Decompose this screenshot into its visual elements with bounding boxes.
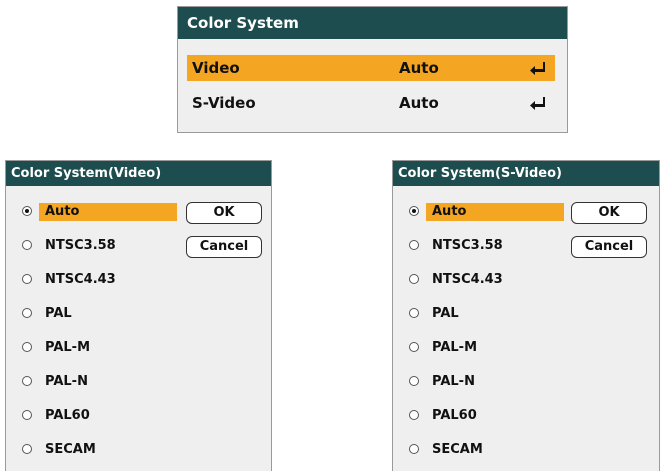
menu-row-label: Video [192,59,240,77]
radio-button[interactable] [409,240,419,250]
radio-button[interactable] [22,308,32,318]
radio-button[interactable] [409,376,419,386]
radio-button[interactable] [22,274,32,284]
option-label: SECAM [45,442,96,457]
option-label: NTSC3.58 [432,238,503,253]
option-label: PAL-N [432,374,475,389]
radio-button[interactable] [409,342,419,352]
radio-button[interactable] [409,410,419,420]
video-color-system-dialog: Color System(Video) Auto NTSC3.58 NTSC4.… [5,160,272,471]
option-label: PAL [45,306,72,321]
option-label: PAL-M [45,340,91,355]
option-label: PAL [432,306,459,321]
option-label: Auto [432,204,467,219]
radio-button[interactable] [409,206,419,216]
radio-button[interactable] [22,410,32,420]
ok-button[interactable]: OK [571,202,647,224]
menu-row-s-video[interactable]: S-Video Auto [187,90,555,116]
cancel-button[interactable]: Cancel [186,236,262,258]
ok-button[interactable]: OK [186,202,262,224]
menu-row-label: S-Video [192,94,256,112]
radio-button[interactable] [409,308,419,318]
menu-row-value: Auto [399,59,439,77]
option-label: NTSC4.43 [45,272,116,287]
color-system-menu: Color System Video Auto S-Video Auto [177,6,568,133]
radio-button[interactable] [22,240,32,250]
enter-return-icon [530,62,545,75]
radio-button[interactable] [22,376,32,386]
option-label: NTSC4.43 [432,272,503,287]
enter-return-icon [530,97,545,110]
menu-row-video[interactable]: Video Auto [187,55,555,81]
radio-button[interactable] [409,274,419,284]
option-label: PAL60 [432,408,477,423]
option-label: PAL-M [432,340,478,355]
radio-button[interactable] [22,444,32,454]
radio-button[interactable] [22,206,32,216]
option-label: PAL60 [45,408,90,423]
radio-button[interactable] [22,342,32,352]
option-label: Auto [45,204,80,219]
radio-button[interactable] [409,444,419,454]
menu-row-value: Auto [399,94,439,112]
dialog-title: Color System(Video) [6,161,271,186]
option-label: NTSC3.58 [45,238,116,253]
menu-title: Color System [178,7,567,39]
option-label: SECAM [432,442,483,457]
s-video-color-system-dialog: Color System(S-Video) Auto NTSC3.58 NTSC… [392,160,660,471]
option-label: PAL-N [45,374,88,389]
cancel-button[interactable]: Cancel [571,236,647,258]
dialog-title: Color System(S-Video) [393,161,659,186]
